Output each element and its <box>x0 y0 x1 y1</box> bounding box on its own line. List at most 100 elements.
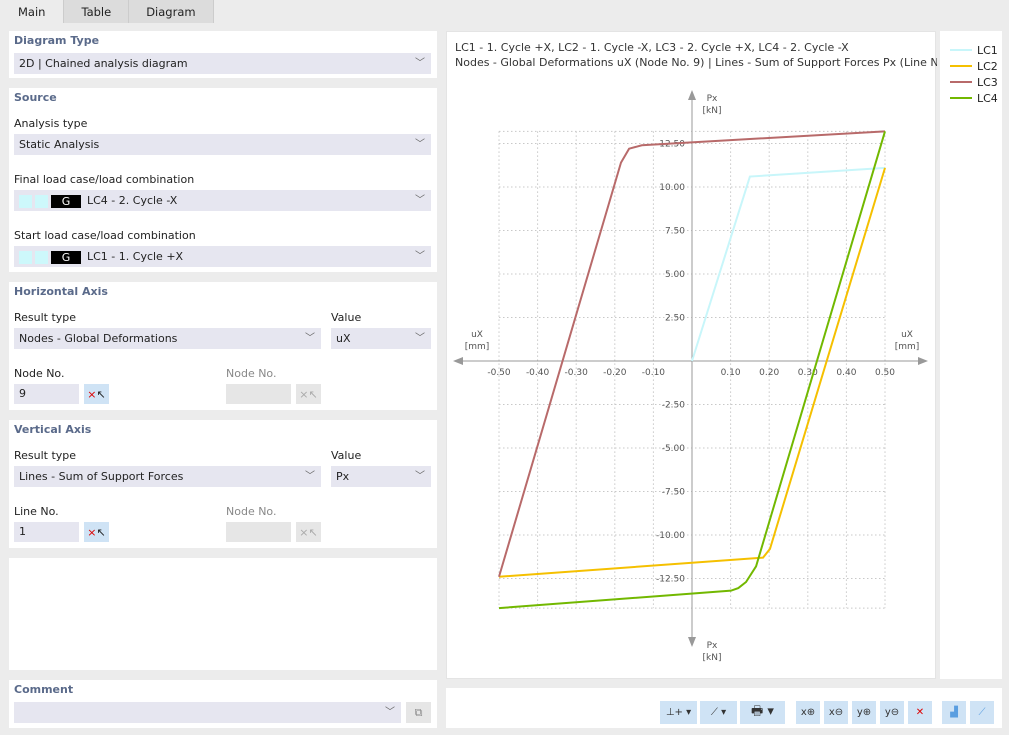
legend-item-lc2[interactable]: LC2 <box>950 58 1002 74</box>
chevron-down-icon: ﹀ <box>415 471 425 482</box>
dropdown-value: uX <box>336 332 351 345</box>
legend-label: LC2 <box>977 59 998 73</box>
node-input[interactable]: 9 <box>14 384 79 404</box>
zoom-y-in-button[interactable]: y⊕ <box>852 701 876 724</box>
chevron-down-icon: ﹀ <box>415 58 425 69</box>
zoom-x-in-button[interactable]: x⊕ <box>796 701 820 724</box>
legend-item-lc4[interactable]: LC4 <box>950 90 1002 106</box>
dropdown-value: Nodes - Global Deformations <box>19 332 178 345</box>
pick-cursor-icon: ×↖ <box>299 525 318 539</box>
axis-range-button[interactable]: ⟋ <box>970 701 994 724</box>
value-label: Value <box>331 449 362 462</box>
analysis-type-label: Analysis type <box>14 117 88 130</box>
vertical-axis-section: Vertical Axis Result type Lines - Sum of… <box>9 420 437 548</box>
x-axis-unit-right: [mm] <box>895 342 920 352</box>
chart-subtitle: Nodes - Global Deformations uX (Node No.… <box>455 56 937 69</box>
tab-main[interactable]: Main <box>0 0 65 23</box>
y-axis-label-top: Px <box>707 94 718 104</box>
tab-table[interactable]: Table <box>64 0 130 23</box>
final-lc-label: Final load case/load combination <box>14 173 195 186</box>
tab-diagram[interactable]: Diagram <box>129 0 214 23</box>
start-lc-dropdown[interactable]: G LC1 - 1. Cycle +X ﹀ <box>14 246 431 267</box>
comment-input[interactable]: ﹀ <box>14 702 401 723</box>
color-swatch <box>19 194 32 208</box>
chart-panel: LC1 - 1. Cycle +X, LC2 - 1. Cycle -X, LC… <box>446 31 963 679</box>
section-title: Horizontal Axis <box>14 285 108 298</box>
chart-legend: LC1 LC2 LC3 LC4 <box>940 31 1002 679</box>
chart-toolbar: ⊥+ ▾ ⟋ ▾ 🖶 ▾ x⊕ x⊖ y⊕ y⊖ ✕ ▟ ⟋ <box>446 688 1002 728</box>
x-tick-label: -0.10 <box>642 368 666 378</box>
y-tick-label: -2.50 <box>662 401 686 411</box>
pick-line-button[interactable]: ×↖ <box>84 522 109 542</box>
section-title: Vertical Axis <box>14 423 92 436</box>
legend-line <box>950 49 972 51</box>
node2-label: Node No. <box>226 505 277 518</box>
x-axis-label-right: uX <box>901 330 913 340</box>
zoom-in-x-icon: x⊕ <box>800 707 816 718</box>
diagram-type-dropdown[interactable]: 2D | Chained analysis diagram ﹀ <box>14 53 431 74</box>
y-tick-label: -7.50 <box>662 488 686 498</box>
value-dropdown[interactable]: Px ﹀ <box>331 466 431 487</box>
chevron-down-icon: ﹀ <box>415 251 425 262</box>
dropdown-value: LC1 - 1. Cycle +X <box>87 250 184 263</box>
print-button[interactable]: 🖶 ▾ <box>740 701 785 724</box>
legend-line <box>950 81 972 83</box>
axis-plus-icon: ⊥+ ▾ <box>665 707 692 718</box>
pick-node2-button: ×↖ <box>296 522 321 542</box>
y-tick-label: 7.50 <box>665 227 685 237</box>
chevron-down-icon: ﹀ <box>305 471 315 482</box>
x-tick-label: 0.40 <box>836 368 856 378</box>
pick-node-button[interactable]: ×↖ <box>84 384 109 404</box>
legend-line <box>950 65 972 67</box>
y-tick-label: 10.00 <box>659 183 685 193</box>
x-tick-label: 0.20 <box>759 368 779 378</box>
copy-icon: ⧉ <box>414 705 423 719</box>
y-tick-label: -12.50 <box>656 575 685 585</box>
node2-input <box>226 384 291 404</box>
line-input[interactable]: 1 <box>14 522 79 542</box>
zoom-y-out-button[interactable]: y⊖ <box>880 701 904 724</box>
area-chart-icon: ▟ <box>950 707 958 718</box>
y-tick-label: -5.00 <box>662 444 686 454</box>
dropdown-value: LC4 - 2. Cycle -X <box>87 194 178 207</box>
zoom-x-out-button[interactable]: x⊖ <box>824 701 848 724</box>
result-type-dropdown[interactable]: Lines - Sum of Support Forces ﹀ <box>14 466 321 487</box>
legend-item-lc3[interactable]: LC3 <box>950 74 1002 90</box>
fill-area-button[interactable]: ▟ <box>942 701 966 724</box>
y-axis-label-bottom: Px <box>707 641 718 651</box>
legend-item-lc1[interactable]: LC1 <box>950 42 1002 58</box>
dropdown-value: Static Analysis <box>19 138 100 151</box>
arrow-right-icon <box>918 357 928 365</box>
value-label: Value <box>331 311 362 324</box>
legend-line <box>950 97 972 99</box>
color-swatch <box>35 194 48 208</box>
y-tick-label: -10.00 <box>656 531 685 541</box>
printer-icon: 🖶 ▾ <box>751 703 774 719</box>
source-section: Source Analysis type Static Analysis ﹀ Fi… <box>9 88 437 272</box>
x-tick-label: -0.30 <box>565 368 589 378</box>
y-tick-label: 2.50 <box>665 314 685 324</box>
chevron-down-icon: ﹀ <box>385 707 395 718</box>
result-type-dropdown[interactable]: Nodes - Global Deformations ﹀ <box>14 328 321 349</box>
zoom-out-y-icon: y⊖ <box>884 707 900 718</box>
chevron-down-icon: ﹀ <box>415 139 425 150</box>
trend-line-button[interactable]: ⟋ ▾ <box>700 701 737 724</box>
add-axis-button[interactable]: ⊥+ ▾ <box>660 701 697 724</box>
color-swatch <box>35 250 48 264</box>
value-dropdown[interactable]: uX ﹀ <box>331 328 431 349</box>
reset-zoom-button[interactable]: ✕ <box>908 701 932 724</box>
analysis-type-dropdown[interactable]: Static Analysis ﹀ <box>14 134 431 155</box>
y-axis-unit-top: [kN] <box>703 106 722 116</box>
x-tick-label: 0.10 <box>721 368 741 378</box>
legend-label: LC3 <box>977 75 998 89</box>
dropdown-value: Px <box>336 470 350 483</box>
dropdown-value: Lines - Sum of Support Forces <box>19 470 184 483</box>
zoom-out-x-icon: x⊖ <box>828 707 844 718</box>
lc-type-badge: G <box>51 250 81 264</box>
lc-type-badge: G <box>51 194 81 208</box>
x-axis-label-left: uX <box>471 330 483 340</box>
pick-cursor-icon: ×↖ <box>299 387 318 401</box>
x-tick-label: 0.50 <box>875 368 895 378</box>
copy-comment-button[interactable]: ⧉ <box>406 702 431 723</box>
final-lc-dropdown[interactable]: G LC4 - 2. Cycle -X ﹀ <box>14 190 431 211</box>
